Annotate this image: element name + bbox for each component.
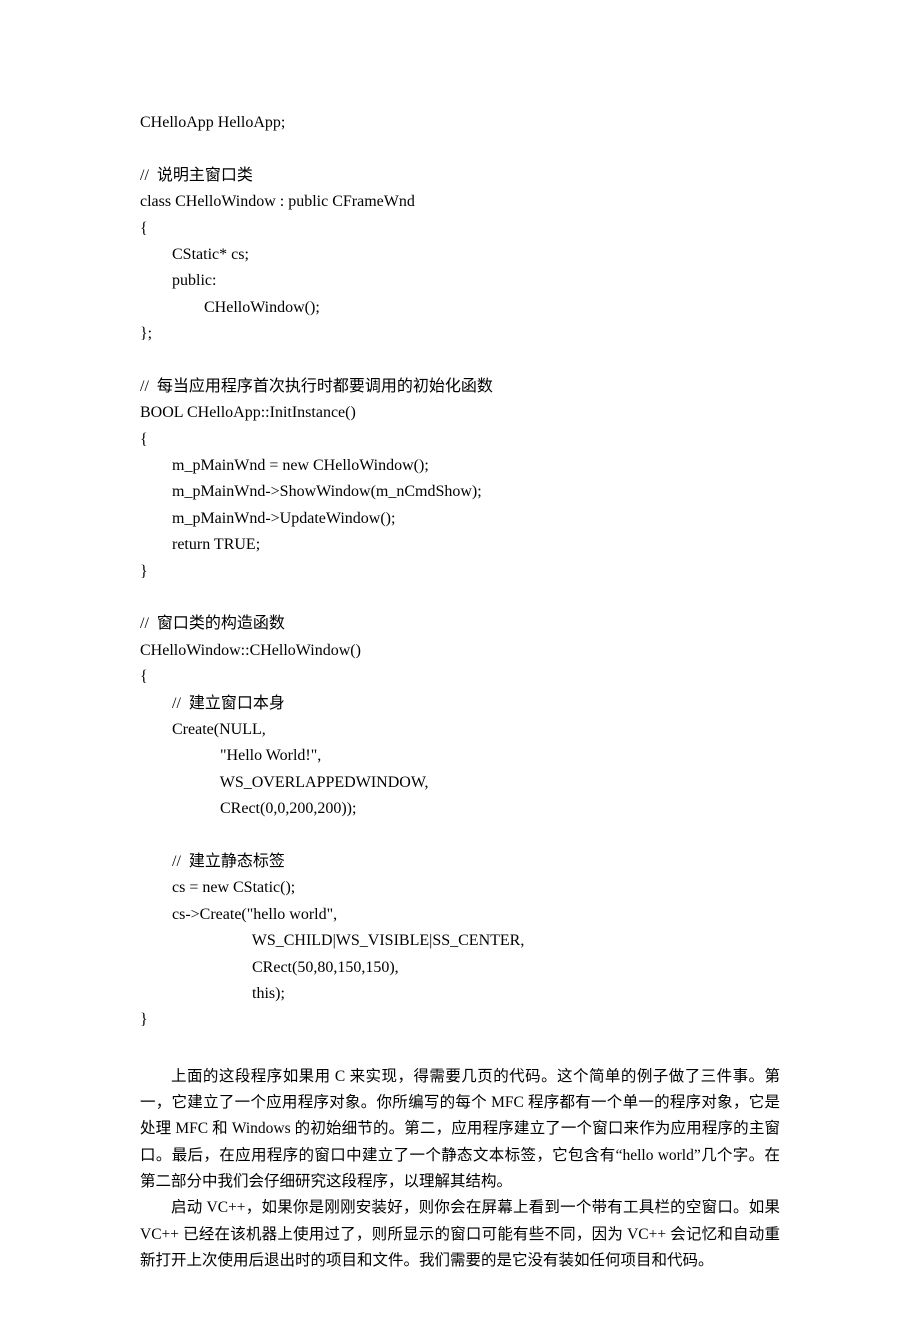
code-line: m_pMainWnd->ShowWindow(m_nCmdShow); bbox=[140, 483, 482, 500]
code-line: m_pMainWnd = new CHelloWindow(); bbox=[140, 457, 429, 474]
code-line: }; bbox=[140, 325, 152, 342]
document-page: CHelloApp HelloApp; // 说明主窗口类 class CHel… bbox=[0, 0, 920, 1334]
code-line: BOOL CHelloApp::InitInstance() bbox=[140, 404, 356, 421]
code-line: CHelloWindow(); bbox=[140, 299, 320, 316]
code-line: m_pMainWnd->UpdateWindow(); bbox=[140, 510, 395, 527]
code-line: "Hello World!", bbox=[140, 747, 321, 764]
code-line: cs->Create("hello world", bbox=[140, 906, 337, 923]
paragraph-1: 上面的这段程序如果用 C 来实现，得需要几页的代码。这个简单的例子做了三件事。第… bbox=[140, 1064, 780, 1196]
code-line: cs = new CStatic(); bbox=[140, 879, 295, 896]
code-line: // 每当应用程序首次执行时都要调用的初始化函数 bbox=[140, 378, 493, 395]
code-block: CHelloApp HelloApp; // 说明主窗口类 class CHel… bbox=[140, 110, 780, 1034]
code-line: return TRUE; bbox=[140, 536, 260, 553]
code-line: CRect(50,80,150,150), bbox=[140, 959, 399, 976]
code-line: CStatic* cs; bbox=[140, 246, 249, 263]
code-line: { bbox=[140, 220, 148, 237]
code-line: WS_CHILD|WS_VISIBLE|SS_CENTER, bbox=[140, 932, 524, 949]
code-line: this); bbox=[140, 985, 285, 1002]
code-line: } bbox=[140, 1011, 148, 1028]
paragraph-2: 启动 VC++，如果你是刚刚安装好，则你会在屏幕上看到一个带有工具栏的空窗口。如… bbox=[140, 1195, 780, 1274]
code-line: // 说明主窗口类 bbox=[140, 167, 253, 184]
code-line: { bbox=[140, 431, 148, 448]
code-line: // 建立窗口本身 bbox=[140, 695, 285, 712]
code-line: CRect(0,0,200,200)); bbox=[140, 800, 356, 817]
code-line: // 窗口类的构造函数 bbox=[140, 615, 285, 632]
code-line: CHelloApp HelloApp; bbox=[140, 114, 285, 131]
code-line: // 建立静态标签 bbox=[140, 853, 285, 870]
code-line: public: bbox=[140, 272, 216, 289]
code-line: } bbox=[140, 563, 148, 580]
body-text: 上面的这段程序如果用 C 来实现，得需要几页的代码。这个简单的例子做了三件事。第… bbox=[140, 1064, 780, 1275]
code-line: Create(NULL, bbox=[140, 721, 266, 738]
code-line: class CHelloWindow : public CFrameWnd bbox=[140, 193, 415, 210]
code-line: WS_OVERLAPPEDWINDOW, bbox=[140, 774, 428, 791]
code-line: { bbox=[140, 668, 148, 685]
code-line: CHelloWindow::CHelloWindow() bbox=[140, 642, 361, 659]
